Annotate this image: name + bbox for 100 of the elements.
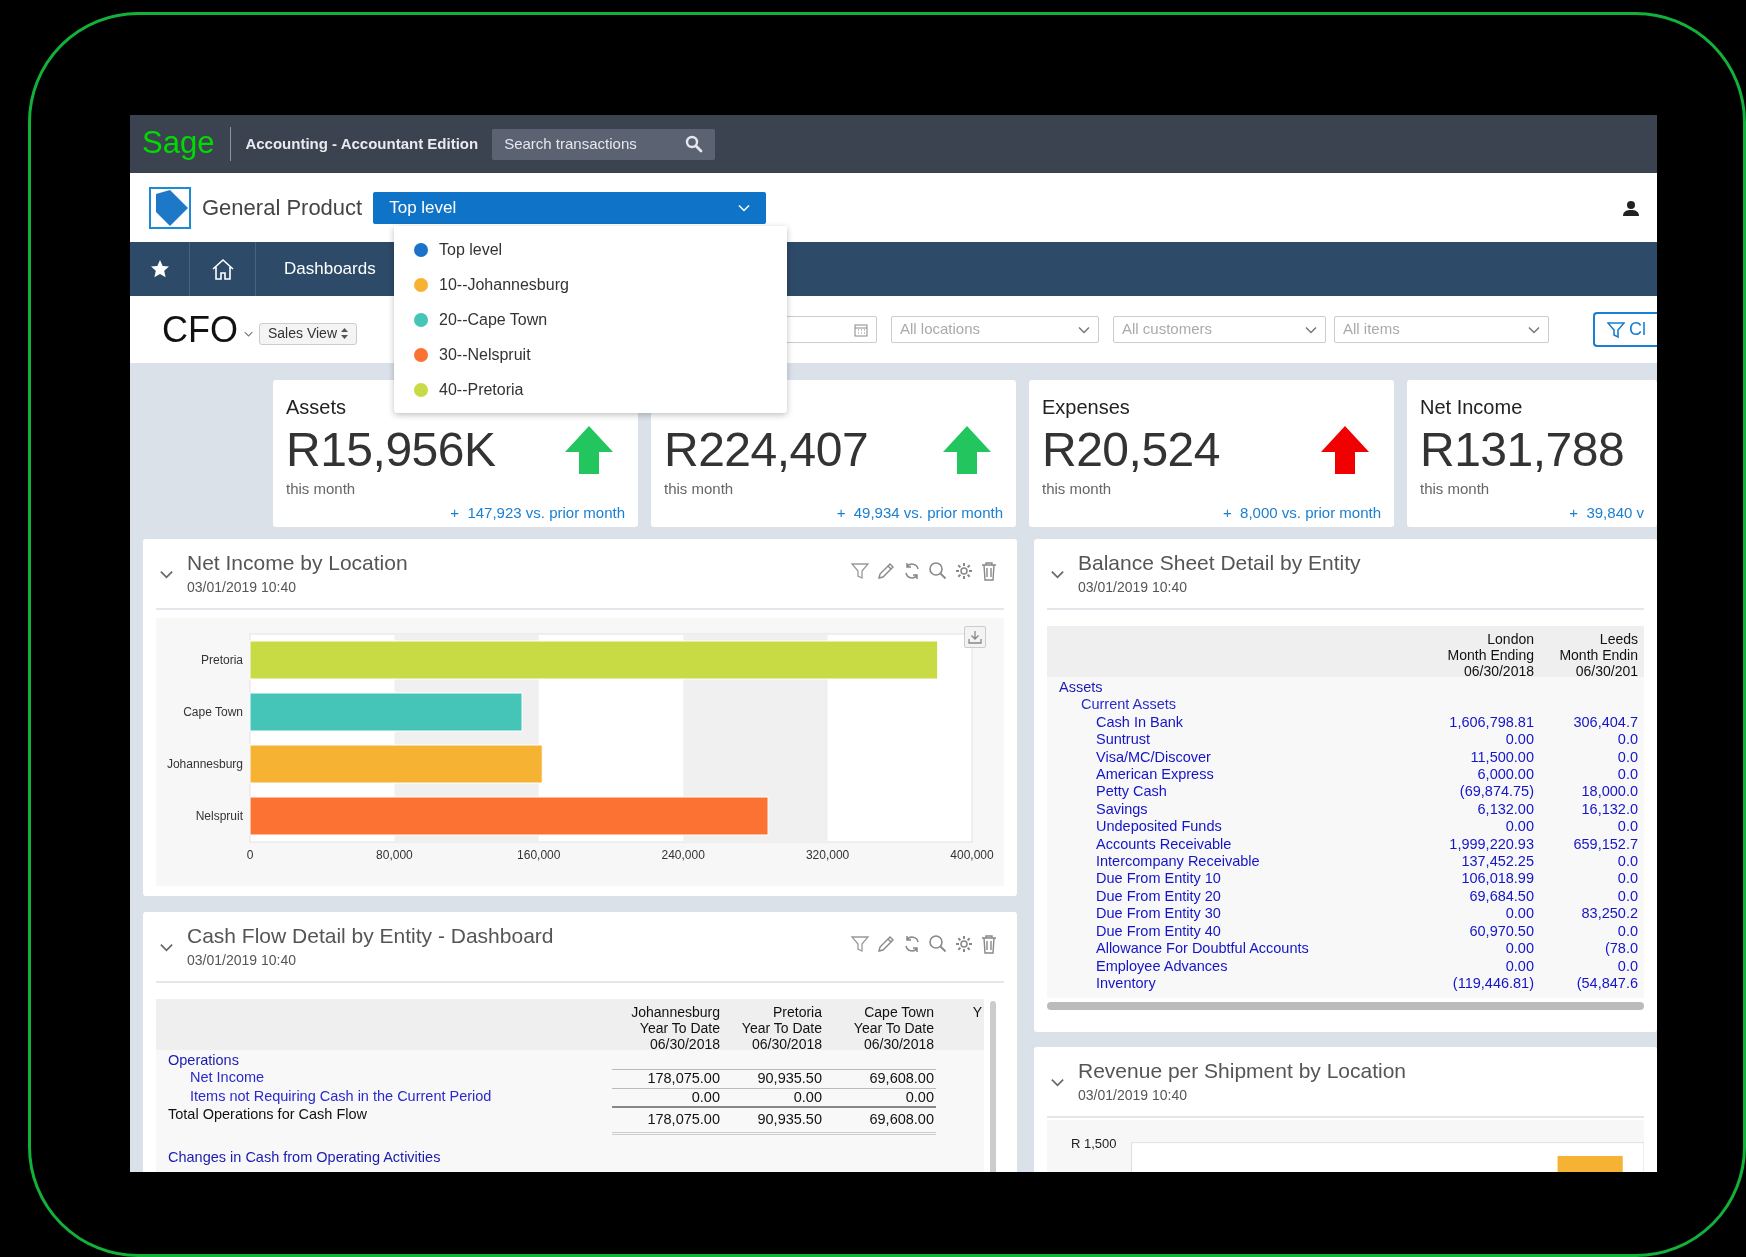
row-label[interactable]: Cash In Bank [1047,713,1410,732]
row-label[interactable]: Visa/MC/Discover [1047,748,1410,767]
chevron-down-icon[interactable] [1528,325,1540,334]
row-label[interactable]: Total Operations for Cash Flow [156,1106,612,1135]
table-cell: 0.0 [1617,731,1638,748]
refresh-icon[interactable] [902,934,922,954]
table-cell: 60,970.50 [1469,922,1534,939]
dashboard-title: CFO [162,307,238,352]
filter-icon[interactable] [850,561,870,581]
table-cell: 306,404.7 [1573,713,1638,730]
row-label[interactable]: Suntrust [1047,731,1410,749]
row-label[interactable]: Items not Requiring Cash in the Current Period [156,1087,612,1107]
table-cell: 11,500.00 [1470,748,1534,765]
column-header: 06/30/2018 [751,1036,822,1052]
row-label[interactable]: Net Income [156,1069,612,1088]
column-header: Pretoria [772,1004,822,1020]
search-icon[interactable] [685,135,704,153]
settings-icon[interactable] [954,561,974,581]
logo-icon [149,186,191,229]
kpi-value: R131,788 [1420,426,1625,474]
nav-tab[interactable]: Dashboards [284,256,376,282]
table-cell: 0.00 [1505,957,1534,974]
table-cell: 0.0 [1617,853,1638,870]
column-header: 06/30/2018 [1463,663,1534,679]
kpi-change: + 147,923 vs. prior month [450,502,625,523]
table-cell: 83,250.2 [1581,905,1638,922]
star-icon[interactable] [149,259,170,279]
search-icon[interactable] [928,934,948,954]
vertical-scrollbar[interactable] [990,1001,996,1172]
chevron-down-icon[interactable] [1078,325,1090,334]
row-label[interactable]: Accounts Receivable [1047,835,1410,854]
table-cell: 1,606,798.81 [1449,713,1534,730]
table-cell: 69,684.50 [1469,887,1534,904]
row-label[interactable]: Savings [1047,800,1410,819]
home-icon[interactable] [210,258,235,280]
table-cell: (119,446.81) [1452,974,1534,991]
column-header: 06/30/201 [1575,663,1638,679]
kpi-period: this month [286,479,356,499]
kpi-title: Net Income [1420,396,1523,418]
kpi-period: this month [1420,479,1490,499]
filter-button[interactable]: Cl [1593,312,1657,347]
refresh-icon[interactable] [902,561,922,581]
entity-select[interactable]: Top level [373,191,767,224]
collapse-chevron-icon[interactable] [159,570,174,579]
row-label[interactable]: Allowance For Doubtful Accounts [1047,940,1410,958]
view-select[interactable]: Sales View [259,322,357,345]
axis-tick-label: 240,000 [661,848,705,862]
menu-item[interactable]: 10--Johannesburg [394,267,787,302]
pencil-icon[interactable] [876,561,896,581]
table-cell: 16,132.0 [1581,800,1638,817]
row-label[interactable]: Due From Entity 40 [1047,922,1410,941]
axis-tick-label: 0 [246,848,254,862]
column-header: 06/30/2018 [863,1036,934,1052]
row-label[interactable]: Undeposited Funds [1047,818,1410,836]
row-label[interactable]: Petty Cash [1047,783,1410,801]
horizontal-scrollbar[interactable] [1047,1002,1644,1010]
user-icon[interactable] [1623,199,1639,216]
download-button[interactable] [964,626,986,648]
search-icon[interactable] [928,561,948,581]
column-header: 06/30/2018 [649,1036,720,1052]
table-cell: 106,018.99 [1461,870,1534,887]
row-label[interactable]: Employee Advances [1047,957,1410,975]
table-cell: 659,152.7 [1573,835,1638,852]
column-header: Leeds [1599,631,1638,647]
table-cell: (78.0 [1604,940,1638,957]
row-label[interactable]: American Express [1047,766,1410,784]
menu-item[interactable]: 40--Pretoria [394,372,787,407]
collapse-chevron-icon[interactable] [1050,1078,1065,1087]
row-label[interactable]: Due From Entity 30 [1047,905,1410,923]
table-cell: 6,000.00 [1477,766,1534,783]
table-cell: 69,608.00 [869,1070,934,1087]
collapse-chevron-icon[interactable] [159,943,174,952]
company-name: General Product [202,194,363,222]
settings-icon[interactable] [954,934,974,954]
row-label[interactable]: Changes in Cash from Operating Activities [156,1148,612,1167]
row-label[interactable]: Assets [1047,679,1410,697]
chevron-down-icon[interactable] [1305,325,1317,334]
panel-timestamp: 03/01/2019 10:40 [1078,1086,1188,1105]
menu-item[interactable]: Top level [394,232,787,267]
row-label[interactable]: Inventory [1047,974,1410,993]
row-label[interactable]: Due From Entity 10 [1047,870,1410,888]
menu-item[interactable]: 30--Nelspruit [394,337,787,372]
search-field[interactable]: Search transactions [492,128,716,160]
kpi-period: this month [664,479,734,499]
menu-item[interactable]: 20--Cape Town [394,302,787,337]
row-label[interactable]: Intercompany Receivable [1047,853,1410,871]
row-label[interactable]: Operations [156,1052,612,1070]
collapse-chevron-icon[interactable] [1050,570,1065,579]
column-header: Year To Date [639,1020,720,1036]
row-label[interactable]: Current Assets [1047,696,1410,714]
pencil-icon[interactable] [876,934,896,954]
calendar-icon[interactable] [854,322,868,337]
trash-icon[interactable] [980,561,998,581]
chevron-down-icon[interactable] [244,329,253,338]
table-cell: 178,075.00 [647,1070,720,1087]
trash-icon[interactable] [980,934,998,954]
row-label[interactable]: Due From Entity 20 [1047,887,1410,906]
kpi-change: + 39,840 v [1569,502,1644,523]
kpi-value: R15,956K [286,426,496,474]
filter-icon[interactable] [850,934,870,954]
